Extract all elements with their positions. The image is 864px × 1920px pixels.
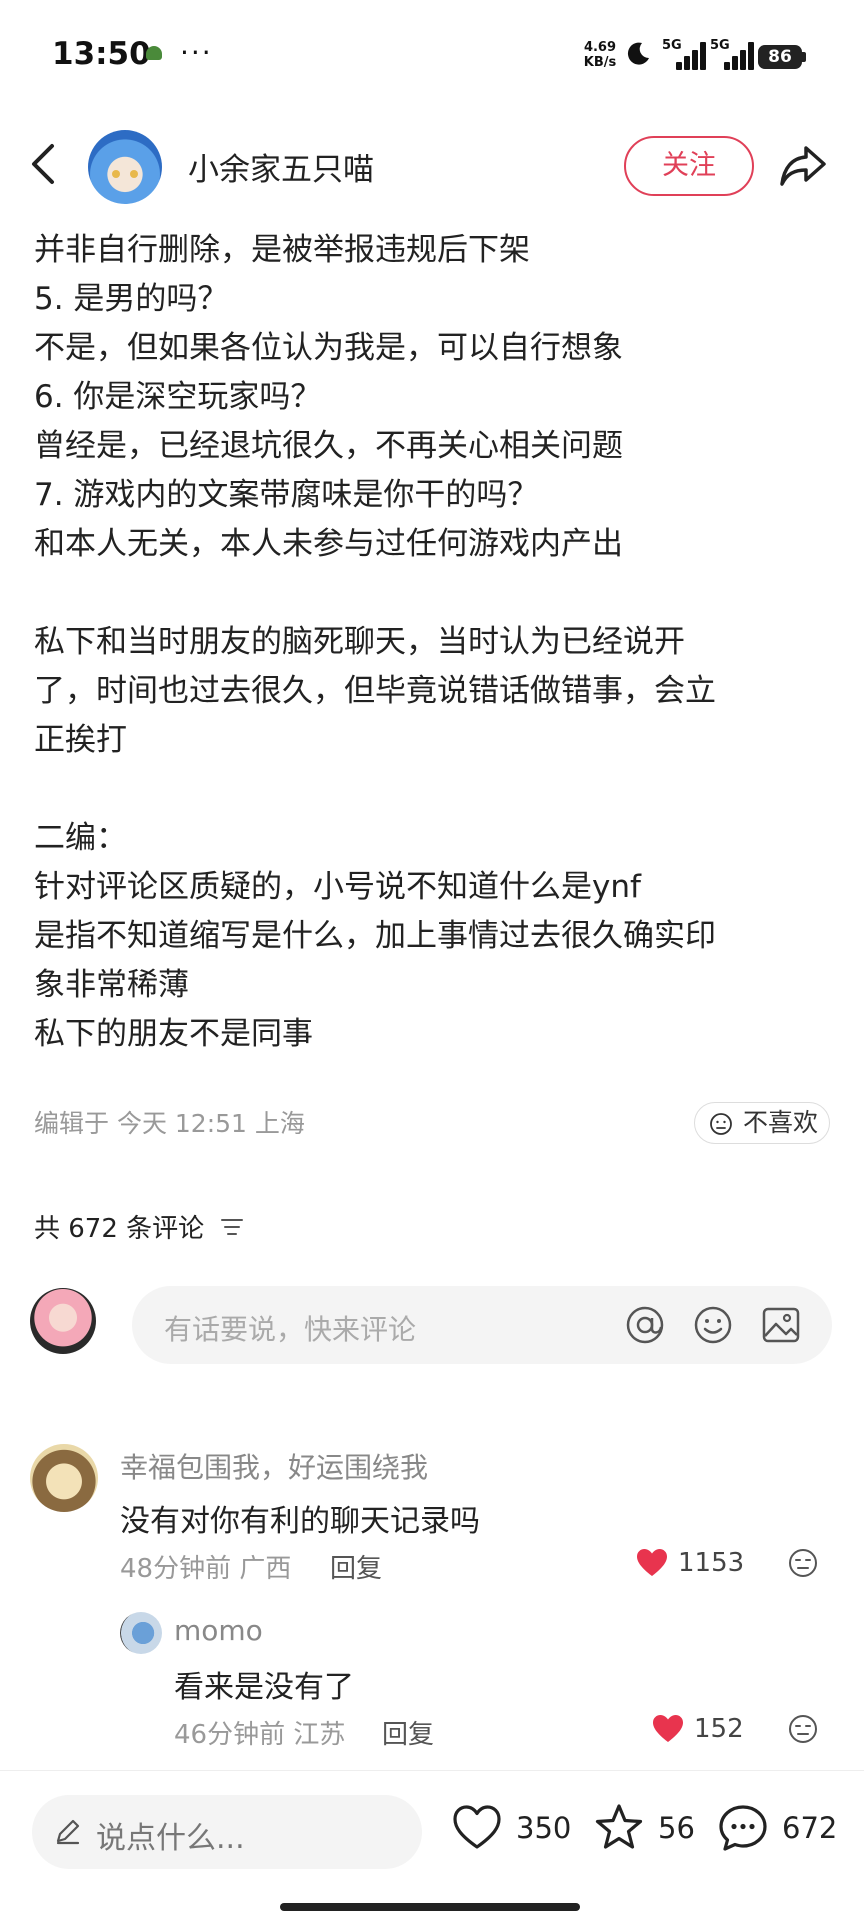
turtle-icon	[146, 46, 162, 60]
author-name[interactable]: 小余家五只喵	[188, 144, 374, 189]
signal-label: 5G	[662, 38, 682, 53]
dislike-face-icon[interactable]	[788, 1548, 818, 1578]
post-line: 曾经是，已经退坑很久，不再关心相关问题	[34, 428, 623, 464]
comment-input[interactable]: 有话要说，快来评论	[132, 1286, 832, 1364]
reply-button[interactable]: 回复	[330, 1548, 382, 1585]
post-content: 并非自行删除，是被举报违规后下架 5. 是男的吗？ 不是，但如果各位认为我是，可…	[34, 226, 834, 1059]
comment-count-bottom: 672	[782, 1811, 838, 1845]
post-line: 象非常稀薄	[34, 967, 189, 1003]
post-line: 了，时间也过去很久，但毕竟说错话做错事，会立	[34, 673, 716, 709]
comment-time-location: 48分钟前 广西	[120, 1554, 292, 1584]
network-speed-value: 4.69	[583, 40, 617, 55]
follow-button[interactable]: 关注	[624, 136, 754, 196]
commenter-name[interactable]: 幸福包围我，好运围绕我	[120, 1446, 428, 1486]
signal-label-2: 5G	[710, 38, 730, 53]
like-heart-icon[interactable]	[450, 1801, 504, 1855]
heart-icon[interactable]	[636, 1548, 668, 1578]
battery-tip	[802, 52, 806, 62]
star-icon[interactable]	[592, 1801, 646, 1855]
moon-icon	[627, 42, 649, 65]
comment-time-location: 46分钟前 江苏	[174, 1720, 346, 1750]
my-avatar	[30, 1288, 96, 1354]
dislike-label: 不喜欢	[743, 1108, 819, 1137]
network-speed-unit: KB/s	[583, 55, 617, 70]
network-speed: 4.69 KB/s	[580, 40, 620, 70]
bottom-action-bar: 说点什么... 350 56 672	[0, 1770, 864, 1920]
post-line: 6. 你是深空玩家吗？	[34, 379, 322, 415]
post-line: 二编：	[34, 820, 127, 856]
comment-text: 看来是没有了	[174, 1670, 354, 1705]
say-something-placeholder: 说点什么...	[96, 1821, 245, 1856]
signal-icon-2: 5G	[710, 38, 756, 70]
post-line: 和本人无关，本人未参与过任何游戏内产出	[34, 526, 623, 562]
post-line: 5. 是男的吗？	[34, 281, 229, 317]
commenter-avatar[interactable]	[120, 1612, 162, 1654]
heart-icon[interactable]	[652, 1714, 684, 1744]
comment-like-count: 1153	[678, 1548, 745, 1578]
home-indicator[interactable]	[280, 1903, 580, 1911]
say-something-input[interactable]: 说点什么...	[32, 1795, 422, 1869]
post-line: 7. 游戏内的文案带腐味是你干的吗？	[34, 477, 539, 513]
comment-count: 共 672 条评论	[34, 1214, 205, 1244]
mention-icon[interactable]	[624, 1304, 666, 1346]
battery-icon: 86	[758, 45, 802, 69]
sort-icon[interactable]	[220, 1216, 244, 1238]
pen-icon	[56, 1819, 80, 1845]
post-line: 私下的朋友不是同事	[34, 1016, 313, 1052]
status-time: 13:50	[52, 36, 151, 72]
comment-text: 没有对你有利的聊天记录吗	[120, 1504, 480, 1539]
status-bar: 13:50 ··· 4.69 KB/s 5G 5G 86	[0, 0, 864, 110]
post-line: 是指不知道缩写是什么，加上事情过去很久确实印	[34, 918, 716, 954]
post-line: 私下和当时朋友的脑死聊天，当时认为已经说开	[34, 624, 685, 660]
post-meta: 编辑于 今天 12:51 上海	[34, 1109, 305, 1138]
emoji-icon[interactable]	[692, 1304, 734, 1346]
commenter-avatar[interactable]	[30, 1444, 98, 1512]
share-icon[interactable]	[778, 140, 828, 190]
post-header: 小余家五只喵 关注	[0, 112, 864, 222]
post-line: 并非自行删除，是被举报违规后下架	[34, 232, 530, 268]
commenter-name[interactable]: momo	[174, 1614, 263, 1647]
back-icon[interactable]	[28, 142, 58, 186]
comment-like-count: 152	[694, 1714, 744, 1744]
comment-bubble-icon[interactable]	[716, 1801, 770, 1855]
like-count: 350	[516, 1811, 572, 1845]
signal-icon: 5G	[662, 38, 708, 70]
post-line: 针对评论区质疑的，小号说不知道什么是ynf	[34, 869, 641, 905]
post-line: 正挨打	[34, 722, 127, 758]
dislike-button[interactable]: 不喜欢	[694, 1102, 830, 1144]
more-notifications-icon: ···	[180, 36, 213, 69]
post-line: 不是，但如果各位认为我是，可以自行想象	[34, 330, 623, 366]
author-avatar[interactable]	[88, 130, 162, 204]
dislike-face-icon[interactable]	[788, 1714, 818, 1744]
star-count: 56	[658, 1811, 695, 1845]
sad-face-icon	[710, 1113, 732, 1135]
image-icon[interactable]	[760, 1304, 802, 1346]
reply-button[interactable]: 回复	[382, 1714, 434, 1751]
comment-input-placeholder: 有话要说，快来评论	[164, 1313, 417, 1346]
